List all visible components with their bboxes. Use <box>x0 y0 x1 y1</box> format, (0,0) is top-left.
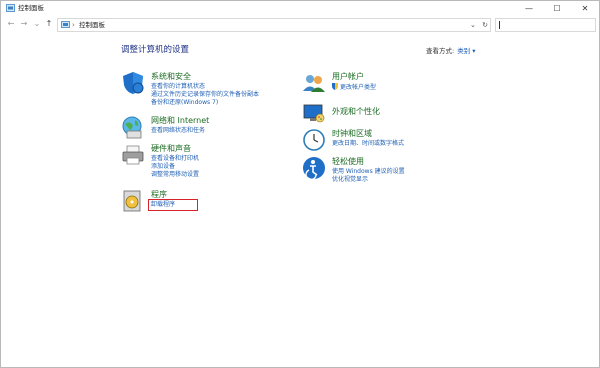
link-devices-printers[interactable]: 查看设备和打印机 <box>151 155 199 163</box>
search-input[interactable] <box>495 18 596 32</box>
category-title[interactable]: 硬件和声音 <box>151 143 191 154</box>
navigation-bar: ← → ⌄ ↑ › 控制面板 ⌄ ↻ <box>1 15 599 33</box>
link-network-status[interactable]: 查看网络状态和任务 <box>151 127 205 135</box>
text-caret <box>499 21 500 29</box>
link-backup-restore[interactable]: 备份和还原(Windows 7) <box>151 99 218 107</box>
users-icon <box>303 75 325 92</box>
globe-network-icon <box>122 116 142 139</box>
breadcrumb-separator: › <box>72 21 75 29</box>
monitor-palette-icon <box>303 104 325 123</box>
category-title[interactable]: 轻松使用 <box>332 156 364 167</box>
link-view-computer-status[interactable]: 查看你的计算机状态 <box>151 83 205 91</box>
view-by-label: 查看方式: <box>426 47 455 55</box>
back-arrow-icon[interactable]: ← <box>5 18 17 30</box>
control-panel-icon <box>61 21 70 28</box>
printer-icon <box>122 145 144 165</box>
close-button[interactable]: ✕ <box>571 1 599 15</box>
category-system-security: 系统和安全 查看你的计算机状态 通过文件历史记录保存你的文件备份副本 备份和还原… <box>121 71 321 111</box>
page-title: 调整计算机的设置 <box>121 45 190 55</box>
refresh-icon[interactable]: ↻ <box>482 21 488 29</box>
category-hardware-sound: 硬件和声音 查看设备和打印机 添加设备 调整常用移动设置 <box>121 143 321 183</box>
shield-icon <box>123 72 144 94</box>
link-label: 更改帐户类型 <box>340 84 377 91</box>
clock-globe-icon <box>303 129 325 151</box>
minimize-icon: — <box>525 3 533 13</box>
programs-disc-icon <box>123 190 141 212</box>
address-controls: ⌄ ↻ <box>470 19 488 31</box>
highlight-uninstall-box <box>148 199 198 211</box>
accessibility-icon <box>303 157 325 180</box>
link-add-device[interactable]: 添加设备 <box>151 163 175 171</box>
link-optimize-display[interactable]: 优化视觉显示 <box>332 176 368 184</box>
control-panel-icon <box>6 4 15 12</box>
category-user-accounts: 用户帐户 更改帐户类型 <box>302 71 502 97</box>
maximize-button[interactable]: ☐ <box>543 1 571 15</box>
maximize-icon: ☐ <box>553 3 561 13</box>
view-by-dropdown[interactable]: 类别 ▾ <box>457 47 475 55</box>
view-by: 查看方式: 类别 ▾ <box>426 45 476 55</box>
breadcrumb[interactable]: 控制面板 <box>79 19 105 31</box>
category-title[interactable]: 用户帐户 <box>332 71 364 82</box>
window-title: 控制面板 <box>18 4 44 12</box>
recent-locations-chevron-icon[interactable]: ⌄ <box>31 18 43 30</box>
category-network-internet: 网络和 Internet 查看网络状态和任务 <box>121 115 321 141</box>
category-appearance: 外观和个性化 <box>302 101 502 125</box>
link-date-time-format[interactable]: 更改日期、时间或数字格式 <box>332 140 404 148</box>
category-ease-of-access: 轻松使用 使用 Windows 建议的设置 优化视觉显示 <box>302 156 502 190</box>
link-change-account-type[interactable]: 更改帐户类型 <box>332 83 376 92</box>
category-title[interactable]: 系统和安全 <box>151 71 191 82</box>
link-mobility-settings[interactable]: 调整常用移动设置 <box>151 171 199 179</box>
control-panel-window: 控制面板 — ☐ ✕ ← → ⌄ ↑ › 控制面板 ⌄ ↻ 调整计算机的设置 查… <box>0 0 600 368</box>
close-icon: ✕ <box>581 3 589 13</box>
minimize-button[interactable]: — <box>515 1 543 15</box>
uac-shield-icon <box>332 83 338 90</box>
link-file-history[interactable]: 通过文件历史记录保存你的文件备份副本 <box>151 91 259 99</box>
category-title[interactable]: 网络和 Internet <box>151 115 209 126</box>
category-clock-region: 时钟和区域 更改日期、时间或数字格式 <box>302 128 502 154</box>
forward-arrow-icon[interactable]: → <box>18 18 30 30</box>
address-dropdown-icon[interactable]: ⌄ <box>470 21 476 29</box>
up-arrow-icon[interactable]: ↑ <box>43 18 55 30</box>
category-title[interactable]: 外观和个性化 <box>332 106 380 117</box>
category-title[interactable]: 时钟和区域 <box>332 128 372 139</box>
link-recommended-settings[interactable]: 使用 Windows 建议的设置 <box>332 168 405 176</box>
title-bar: 控制面板 — ☐ ✕ <box>1 1 599 15</box>
address-bar[interactable]: › 控制面板 ⌄ ↻ <box>57 18 491 32</box>
